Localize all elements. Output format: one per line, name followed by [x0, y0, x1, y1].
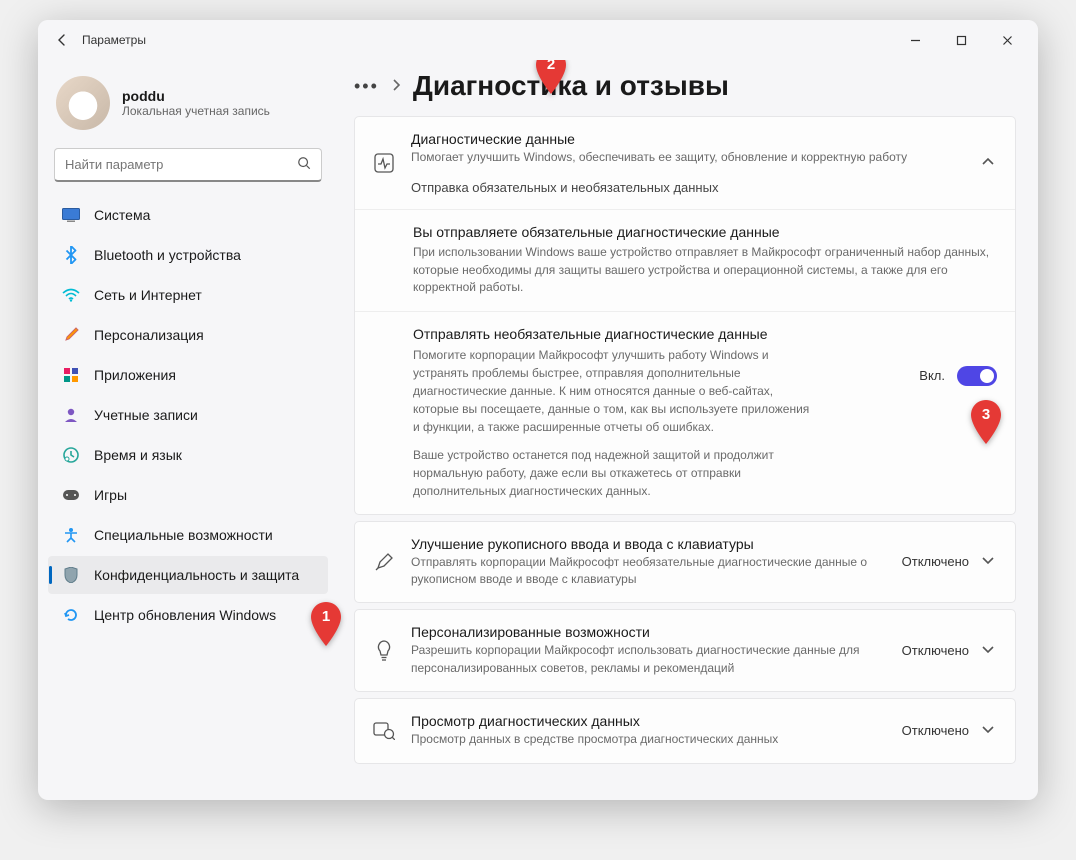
- wifi-icon: [62, 286, 80, 304]
- heartbeat-icon: [373, 152, 395, 174]
- row-desc: Отправлять корпорации Майкрософт необяза…: [411, 554, 886, 589]
- sidebar-item-time-language[interactable]: Время и язык: [48, 436, 328, 474]
- games-icon: [62, 486, 80, 504]
- profile-name: poddu: [122, 88, 270, 104]
- nav-label: Время и язык: [94, 447, 182, 463]
- clock-icon: [62, 446, 80, 464]
- row-title: Отправлять необязательные диагностически…: [413, 326, 793, 342]
- row-title: Вы отправляете обязательные диагностичес…: [413, 224, 997, 240]
- row-desc-secondary: Ваше устройство останется под надежной з…: [413, 446, 813, 500]
- sidebar-item-network[interactable]: Сеть и Интернет: [48, 276, 328, 314]
- nav-label: Сеть и Интернет: [94, 287, 202, 303]
- sidebar: poddu Локальная учетная запись Система: [38, 60, 338, 800]
- search-input[interactable]: [65, 157, 297, 172]
- search-box[interactable]: [54, 148, 322, 182]
- status-text: Отключено: [902, 554, 969, 569]
- sidebar-item-accessibility[interactable]: Специальные возможности: [48, 516, 328, 554]
- settings-window: Параметры poddu Локальная учетная запись: [38, 20, 1038, 800]
- pen-icon: [373, 551, 395, 573]
- tailored-card[interactable]: Персонализированные возможности Разрешит…: [354, 609, 1016, 692]
- lightbulb-icon: [373, 640, 395, 662]
- sidebar-item-apps[interactable]: Приложения: [48, 356, 328, 394]
- row-desc: Разрешить корпорации Майкрософт использо…: [411, 642, 886, 677]
- toggle-state-label: Вкл.: [919, 368, 945, 383]
- diagnostic-data-card: Диагностические данные Помогает улучшить…: [354, 116, 1016, 515]
- chevron-right-icon: [391, 78, 401, 94]
- row-title: Диагностические данные: [411, 131, 965, 147]
- maximize-button[interactable]: [938, 20, 984, 60]
- sidebar-item-bluetooth[interactable]: Bluetooth и устройства: [48, 236, 328, 274]
- sidebar-item-privacy[interactable]: Конфиденциальность и защита: [48, 556, 328, 594]
- nav-label: Учетные записи: [94, 407, 198, 423]
- sidebar-item-personalization[interactable]: Персонализация: [48, 316, 328, 354]
- brush-icon: [62, 326, 80, 344]
- breadcrumb-overflow[interactable]: •••: [354, 76, 379, 97]
- nav: Система Bluetooth и устройства Сеть и Ин…: [48, 196, 328, 634]
- nav-label: Игры: [94, 487, 127, 503]
- chevron-down-icon[interactable]: [981, 642, 997, 660]
- breadcrumb: ••• Диагностика и отзывы: [354, 70, 1016, 102]
- chevron-down-icon[interactable]: [981, 553, 997, 571]
- sidebar-item-gaming[interactable]: Игры: [48, 476, 328, 514]
- row-desc: Помогите корпорации Майкрософт улучшить …: [413, 346, 813, 436]
- sidebar-item-system[interactable]: Система: [48, 196, 328, 234]
- back-button[interactable]: [46, 24, 78, 56]
- sidebar-item-accounts[interactable]: Учетные записи: [48, 396, 328, 434]
- app-title: Параметры: [78, 33, 146, 47]
- data-view-icon: [373, 720, 395, 742]
- profile-block[interactable]: poddu Локальная учетная запись: [48, 66, 328, 148]
- row-status-line: Отправка обязательных и необязательных д…: [411, 180, 965, 195]
- minimize-button[interactable]: [892, 20, 938, 60]
- sidebar-item-update[interactable]: Центр обновления Windows: [48, 596, 328, 634]
- nav-label: Специальные возможности: [94, 527, 273, 543]
- nav-label: Конфиденциальность и защита: [94, 567, 299, 583]
- row-desc: Помогает улучшить Windows, обеспечивать …: [411, 149, 965, 166]
- window-controls: [892, 20, 1030, 60]
- system-icon: [62, 206, 80, 224]
- shield-icon: [62, 566, 80, 584]
- required-data-block: Вы отправляете обязательные диагностичес…: [355, 209, 1015, 310]
- page-title: Диагностика и отзывы: [413, 70, 729, 102]
- nav-label: Персонализация: [94, 327, 204, 343]
- nav-label: Система: [94, 207, 150, 223]
- diagnostic-data-header[interactable]: Диагностические данные Помогает улучшить…: [355, 117, 1015, 209]
- accounts-icon: [62, 406, 80, 424]
- accessibility-icon: [62, 526, 80, 544]
- status-text: Отключено: [902, 723, 969, 738]
- row-title: Просмотр диагностических данных: [411, 713, 886, 729]
- body-area: poddu Локальная учетная запись Система: [38, 60, 1038, 800]
- nav-label: Центр обновления Windows: [94, 607, 276, 623]
- update-icon: [62, 606, 80, 624]
- row-desc: Просмотр данных в средстве просмотра диа…: [411, 731, 886, 748]
- annotation-pin-3: 3: [971, 400, 1001, 444]
- bluetooth-icon: [62, 246, 80, 264]
- status-text: Отключено: [902, 643, 969, 658]
- avatar: [56, 76, 110, 130]
- titlebar: Параметры: [38, 20, 1038, 60]
- nav-label: Приложения: [94, 367, 176, 383]
- chevron-up-icon[interactable]: [981, 154, 997, 172]
- row-title: Персонализированные возможности: [411, 624, 886, 640]
- apps-icon: [62, 366, 80, 384]
- nav-label: Bluetooth и устройства: [94, 247, 241, 263]
- toggle-control: Вкл.: [919, 326, 997, 386]
- row-title: Улучшение рукописного ввода и ввода с кл…: [411, 536, 886, 552]
- search-icon: [297, 156, 311, 173]
- row-desc: При использовании Windows ваше устройств…: [413, 244, 997, 296]
- view-diagnostic-card[interactable]: Просмотр диагностических данных Просмотр…: [354, 698, 1016, 763]
- chevron-down-icon[interactable]: [981, 722, 997, 740]
- close-button[interactable]: [984, 20, 1030, 60]
- main-content: 2 ••• Диагностика и отзывы Диагностическ…: [338, 60, 1038, 800]
- inking-card[interactable]: Улучшение рукописного ввода и ввода с кл…: [354, 521, 1016, 604]
- profile-subtitle: Локальная учетная запись: [122, 104, 270, 118]
- optional-data-toggle[interactable]: [957, 366, 997, 386]
- optional-data-row: Отправлять необязательные диагностически…: [355, 311, 1015, 514]
